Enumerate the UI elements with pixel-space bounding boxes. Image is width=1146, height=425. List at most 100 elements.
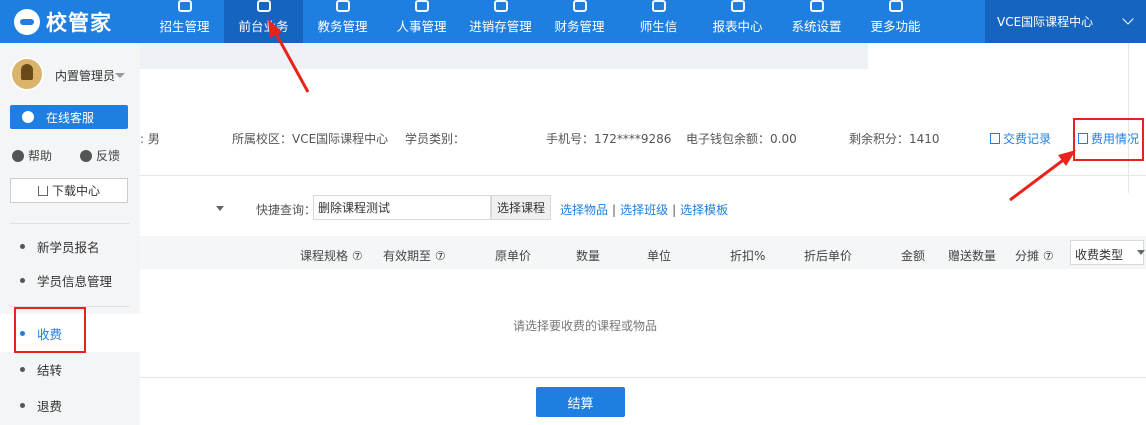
nav-item-finance[interactable]: 财务管理	[540, 0, 619, 43]
feedback-link[interactable]: 反馈	[80, 147, 120, 164]
download-center-label: 下载中心	[51, 184, 100, 198]
settle-button[interactable]: 结算	[536, 387, 625, 417]
column-header-allocation: 分摊 ⑦	[1015, 249, 1054, 263]
divider	[10, 223, 130, 224]
payment-record-link[interactable]: 交费记录	[990, 130, 1051, 147]
sidebar-item-label: 新学员报名	[37, 239, 100, 255]
student-campus: 所属校区：VCE国际课程中心	[232, 132, 389, 146]
nav-item-settings[interactable]: 系统设置	[777, 0, 856, 43]
bullet-icon	[20, 277, 25, 283]
nav-item-more[interactable]: 更多功能	[856, 0, 935, 43]
person-icon	[414, 0, 429, 12]
column-header-discounted-price: 折后单价	[804, 249, 853, 263]
campus-name: VCE国际课程中心	[997, 15, 1094, 29]
nav-item-enrollment[interactable]: 招生管理	[145, 0, 224, 43]
help-label: 帮助	[28, 149, 53, 163]
report-icon	[730, 0, 745, 12]
book-icon	[335, 0, 350, 12]
help-link[interactable]: 帮助	[12, 147, 52, 164]
main-content: : 男 所属校区：VCE国际课程中心 学员类别： 手机号：172****9286…	[140, 43, 1146, 425]
avatar[interactable]	[10, 57, 44, 91]
app-logo[interactable]: 校管家	[14, 8, 112, 36]
caret-down-icon[interactable]	[216, 206, 224, 211]
column-header-unit-price: 原单价	[495, 249, 532, 263]
wallet-balance: 电子钱包余额：0.00	[686, 132, 797, 146]
column-header-valid-until: 有效期至 ⑦	[383, 249, 446, 263]
reception-icon	[256, 0, 271, 12]
caret-down-icon[interactable]	[115, 73, 125, 78]
remaining-points: 剩余积分：1410	[849, 132, 940, 146]
student-phone: 手机号：172****9286	[546, 132, 672, 146]
nav-item-hr[interactable]: 人事管理	[382, 0, 461, 43]
separator: |	[612, 203, 617, 217]
header-strip	[140, 43, 868, 69]
more-icon	[888, 0, 903, 12]
nav-item-academic[interactable]: 教务管理	[303, 0, 382, 43]
annotation-box-charge	[14, 307, 86, 353]
sidebar-item-student-info[interactable]: 学员信息管理	[0, 263, 140, 297]
nav-item-label: 人事管理	[396, 19, 447, 34]
nav-item-label: 进销存管理	[469, 19, 532, 34]
sidebar-item-new-enrollment[interactable]: 新学员报名	[0, 229, 140, 263]
divider	[140, 175, 1146, 176]
select-class-link[interactable]: 选择班级	[620, 203, 668, 217]
caret-down-icon	[1137, 250, 1145, 255]
chat-icon	[651, 0, 666, 12]
quick-links: 选择物品 | 选择班级 | 选择模板	[560, 201, 728, 218]
nav-item-reports[interactable]: 报表中心	[698, 0, 777, 43]
finance-icon	[572, 0, 587, 12]
bullet-icon	[20, 366, 25, 372]
table-header: 课程规格 ⑦ 有效期至 ⑦ 原单价 数量 单位 折扣% 折后单价 金额 赠送数量…	[140, 236, 1146, 269]
sidebar-item-label: 学员信息管理	[37, 273, 113, 289]
select-item-link[interactable]: 选择物品	[560, 203, 608, 217]
nav-item-label: 系统设置	[791, 19, 842, 34]
column-header-spec: 课程规格 ⑦	[300, 249, 363, 263]
divider	[140, 377, 1146, 378]
chevron-down-icon	[1122, 13, 1134, 25]
column-header-amount: 金额	[901, 249, 926, 263]
select-course-button[interactable]: 选择课程	[491, 195, 551, 220]
nav-item-inventory[interactable]: 进销存管理	[461, 0, 540, 43]
empty-state-text: 请选择要收费的课程或物品	[513, 319, 658, 333]
nav-item-label: 招生管理	[159, 19, 210, 34]
bullet-icon	[20, 402, 25, 408]
logo-icon	[14, 9, 40, 35]
online-service-button[interactable]: 在线客服	[10, 105, 128, 129]
chat-bubble-icon	[22, 111, 34, 123]
feedback-icon	[80, 149, 92, 162]
fee-type-select[interactable]: 收费类型	[1070, 240, 1145, 265]
logo-text: 校管家	[46, 11, 112, 35]
fee-type-value: 收费类型	[1075, 248, 1124, 262]
user-add-icon	[177, 0, 192, 12]
campus-selector[interactable]: VCE国际课程中心	[985, 0, 1146, 43]
sidebar: 内置管理员 在线客服 帮助 反馈 下载中心 新学员报名 学员信息管理 收费 结转…	[0, 43, 140, 425]
payment-record-label: 交费记录	[1003, 132, 1052, 146]
sidebar-item-label: 结转	[37, 362, 63, 378]
nav-item-label: 报表中心	[712, 19, 763, 34]
top-nav-bar: 校管家 招生管理 前台业务 教务管理 人事管理 进销存管理 财务管理 师生信 报…	[0, 0, 1146, 43]
student-gender: : 男	[140, 132, 160, 146]
nav-item-label: 财务管理	[554, 19, 605, 34]
download-icon	[37, 185, 48, 196]
bullet-icon	[20, 243, 25, 249]
main-nav: 招生管理 前台业务 教务管理 人事管理 进销存管理 财务管理 师生信 报表中心 …	[145, 0, 935, 43]
document-icon	[990, 133, 1000, 144]
download-center-button[interactable]: 下载中心	[10, 178, 128, 203]
column-header-gift-quantity: 赠送数量	[948, 249, 997, 263]
column-header-unit: 单位	[647, 249, 672, 263]
nav-item-label: 前台业务	[238, 19, 289, 34]
sidebar-item-carry-over[interactable]: 结转	[0, 352, 140, 386]
select-template-link[interactable]: 选择模板	[680, 203, 728, 217]
student-category: 学员类别：	[405, 132, 466, 146]
nav-item-front-desk[interactable]: 前台业务	[224, 0, 303, 43]
quick-query-input[interactable]	[313, 195, 491, 220]
sidebar-item-label: 退费	[37, 398, 63, 414]
settings-icon	[809, 0, 824, 12]
nav-item-messaging[interactable]: 师生信	[619, 0, 698, 43]
nav-item-label: 师生信	[639, 19, 678, 34]
sidebar-item-refund[interactable]: 退费	[0, 388, 140, 422]
online-service-label: 在线客服	[46, 110, 95, 125]
feedback-label: 反馈	[96, 149, 121, 163]
column-header-discount: 折扣%	[730, 249, 766, 263]
user-name[interactable]: 内置管理员	[55, 67, 115, 84]
